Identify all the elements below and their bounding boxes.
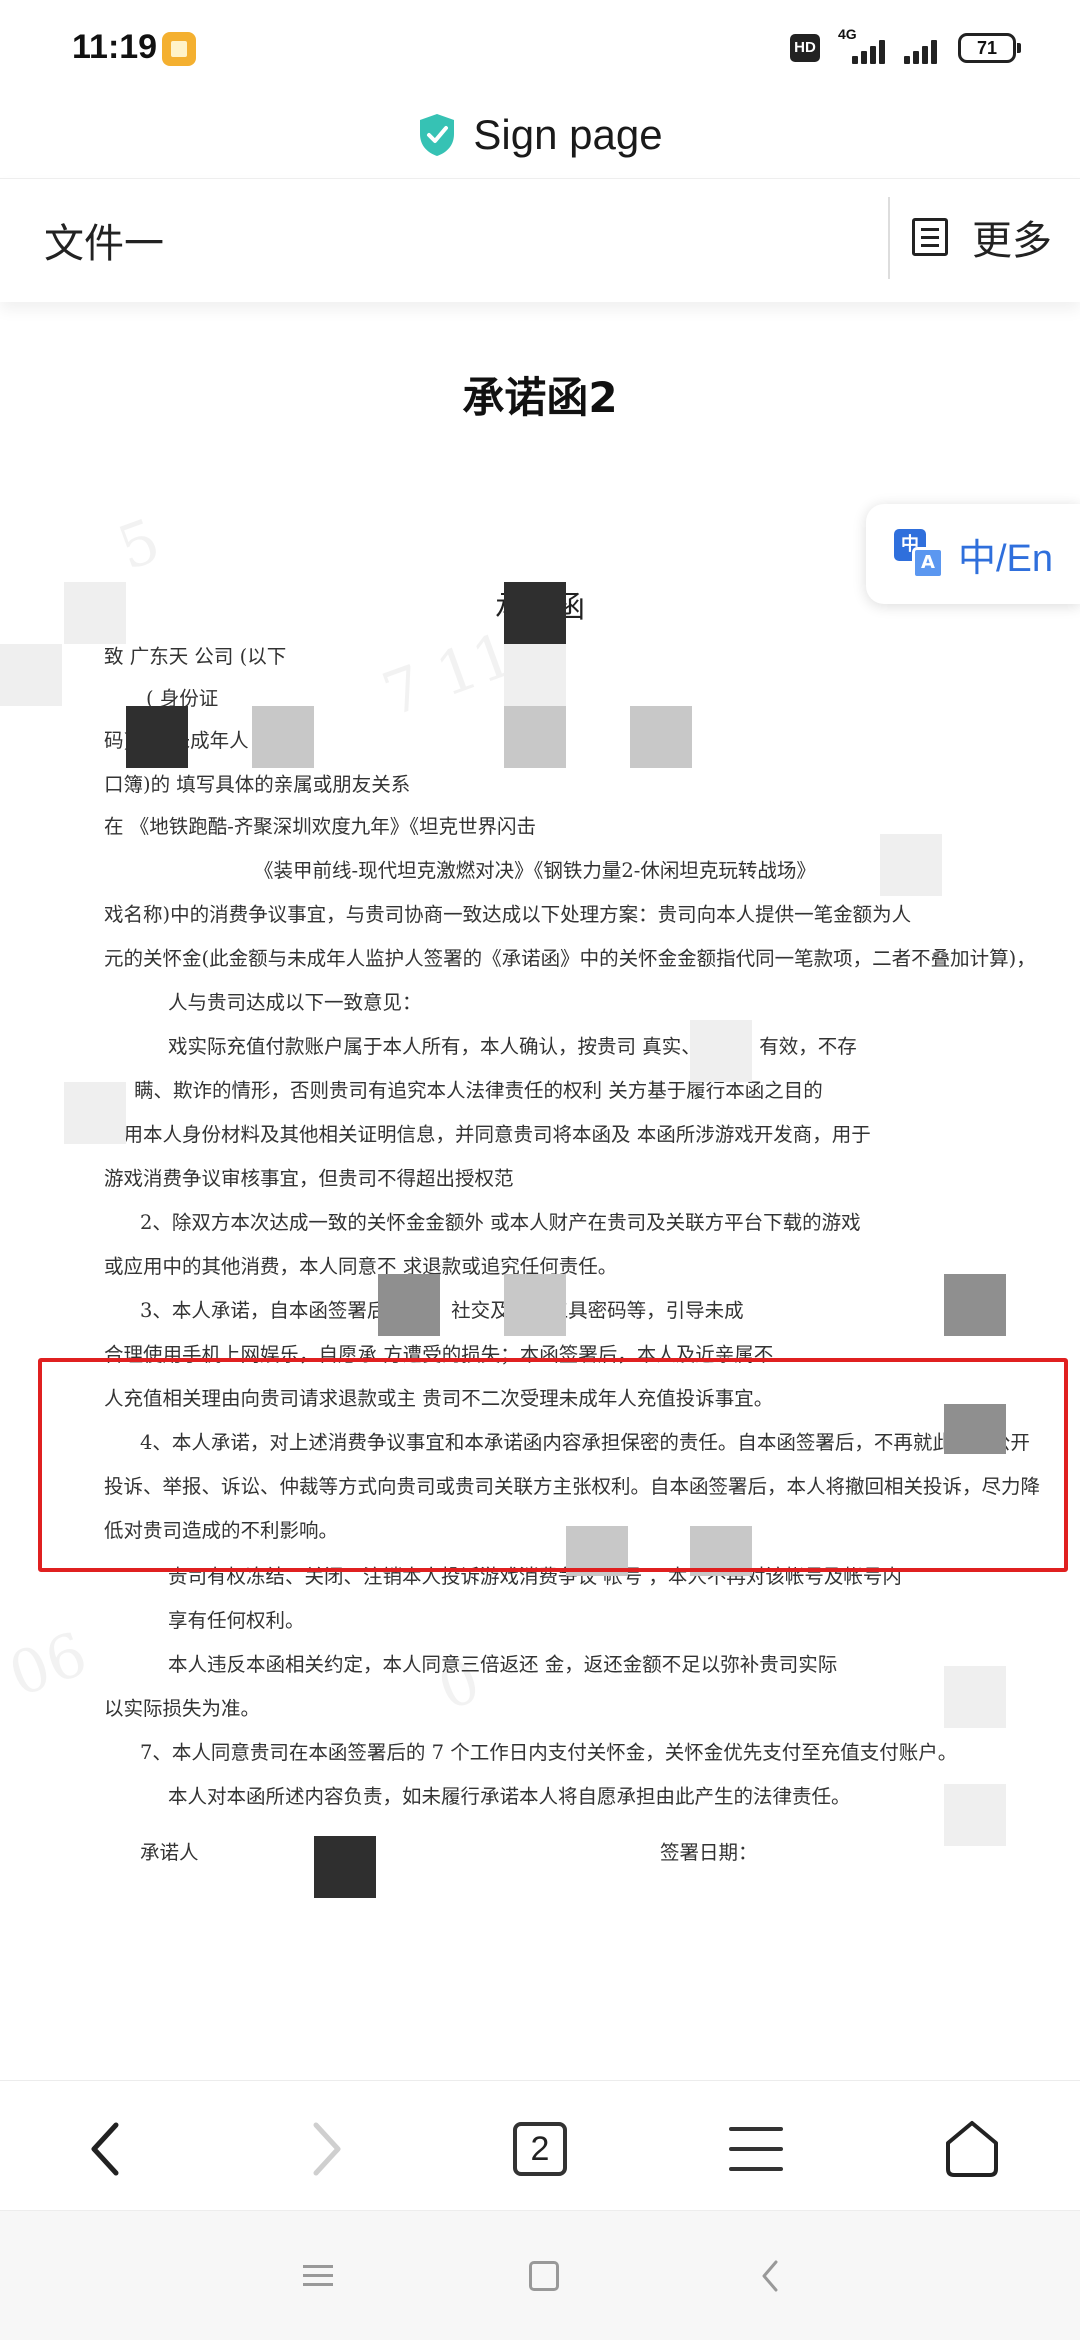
redaction-block (126, 706, 188, 768)
redaction-block (504, 582, 566, 644)
hd-voice-badge: HD (790, 34, 820, 62)
scan-line: 戏名称)中的消费争议事宜，与贵司协商一致达成以下处理方案：贵司向本人提供一笔金额… (104, 903, 912, 926)
menu-button[interactable] (706, 2099, 806, 2199)
signature-redaction (314, 1836, 376, 1898)
scan-line: 戏实际充值付款账户属于本人所有，本人确认，按贵司 真实、合法、有效，不存 (168, 1035, 857, 1058)
scan-line: 使用本人身份材料及其他相关证明信息，并同意贵司将本函及 本函所涉游戏开发商，用于 (104, 1123, 871, 1146)
system-home-button[interactable] (514, 2251, 574, 2301)
scan-line: 口簿)的 填写具体的亲属或朋友关系 (104, 773, 411, 796)
redaction-block (64, 1082, 126, 1144)
cellular-signal-icon (852, 38, 892, 64)
home-button[interactable] (922, 2099, 1022, 2199)
scan-line: 元的关怀金(此金额与未成年人监护人签署的《承诺函》中的关怀金金额指代同一笔款项，… (104, 947, 1036, 970)
redaction-block (252, 706, 314, 768)
translate-icon: 中 A (894, 529, 944, 579)
scan-line: 以实际损失为准。 (104, 1697, 261, 1720)
scan-line: 享有任何权利。 (168, 1609, 305, 1632)
shield-check-icon (420, 114, 455, 156)
translate-label: 中/En (958, 537, 1054, 580)
page-title: Sign page (473, 111, 663, 158)
redaction-block (944, 1274, 1006, 1336)
redaction-block (504, 706, 566, 768)
cellular-signal-icon-2 (904, 38, 944, 64)
scan-line: 本人对本函所述内容负责，如未履行承诺本人将自愿承担由此产生的法律责任。 (168, 1785, 851, 1808)
forward-button[interactable] (276, 2099, 376, 2199)
scan-line: 7、本人同意贵司在本函签署后的 7 个工作日内支付关怀金，关怀金优先支付至充值支… (140, 1741, 958, 1764)
scan-line: 在 《地铁跑酷-齐聚深圳欢度九年》《坦克世界闪击 (104, 815, 537, 838)
chevron-left-icon (91, 2122, 119, 2176)
browser-bottom-nav: 2 (0, 2080, 1080, 2210)
tabs-button[interactable]: 2 (490, 2099, 590, 2199)
home-icon (946, 2121, 998, 2177)
notes-app-notification-icon (162, 32, 196, 66)
redaction-block (0, 644, 62, 706)
scan-line: 3、本人承诺，自本函签署后 帐号、社交及支付工具密码等，引导未成 (140, 1299, 744, 1322)
header-divider (888, 197, 890, 279)
scan-line: 人与贵司达成以下一致意见： (168, 991, 422, 1014)
system-back-button[interactable] (740, 2251, 800, 2301)
menu-lines-icon (303, 2265, 333, 2287)
redaction-block (690, 1020, 752, 1082)
system-nav-bar (0, 2210, 1080, 2340)
redaction-block (504, 644, 566, 706)
status-bar: 11:19 HD 4G 71 (0, 0, 1080, 92)
watermark: 5 (109, 505, 170, 585)
scan-line: 《装甲前线-现代坦克激燃对决》《钢铁力量2-休闲坦克玩转战场》 (254, 859, 816, 882)
more-button[interactable]: 更多 (904, 201, 1074, 273)
hamburger-icon (729, 2127, 783, 2171)
redaction-block (630, 706, 692, 768)
tab-count-icon: 2 (513, 2122, 567, 2176)
back-arrow-icon (762, 2260, 778, 2292)
redaction-block (944, 1666, 1006, 1728)
more-label: 更多 (972, 218, 1052, 264)
redaction-block (64, 582, 126, 644)
scan-line: 本人违反本函相关约定，本人同意三倍返还 金，返还金额不足以弥补贵司实际 (168, 1653, 838, 1676)
document-header: 文件一 更多 (0, 178, 1080, 302)
redaction-block (944, 1784, 1006, 1846)
watermark: 06 (0, 1619, 97, 1711)
scan-line: 2、除双方本次达成一致的关怀金金额外 或本人财产在贵司及关联方平台下载的游戏 (140, 1211, 861, 1234)
translate-button[interactable]: 中 A 中/En (866, 504, 1080, 604)
back-button[interactable] (56, 2099, 156, 2199)
redaction-block (504, 1274, 566, 1336)
square-icon (529, 2261, 559, 2291)
document-list-icon (912, 218, 948, 256)
chevron-right-icon (313, 2122, 341, 2176)
scan-line: 承诺人 (140, 1841, 199, 1864)
scan-line: 致 广东天 公司 (以下 (104, 645, 287, 668)
scan-line: 游戏消费争议审核事宜，但贵司不得超出授权范 (104, 1167, 514, 1190)
document-name[interactable]: 文件一 (44, 211, 164, 269)
redaction-block (880, 834, 942, 896)
document-heading: 承诺函2 (462, 373, 618, 422)
scan-line: 签署日期： (660, 1841, 758, 1864)
battery-icon: 71 (958, 33, 1021, 63)
status-time: 11:19 (72, 28, 158, 66)
recent-apps-button[interactable] (288, 2251, 348, 2301)
highlight-annotation (38, 1358, 1068, 1572)
redaction-block (378, 1274, 440, 1336)
scanned-document: 5 7 11:3 06 0 承诺函 致 广东天 公司 (以下 ( 身份证 码),… (0, 506, 1080, 1920)
title-bar: Sign page (0, 92, 1080, 178)
